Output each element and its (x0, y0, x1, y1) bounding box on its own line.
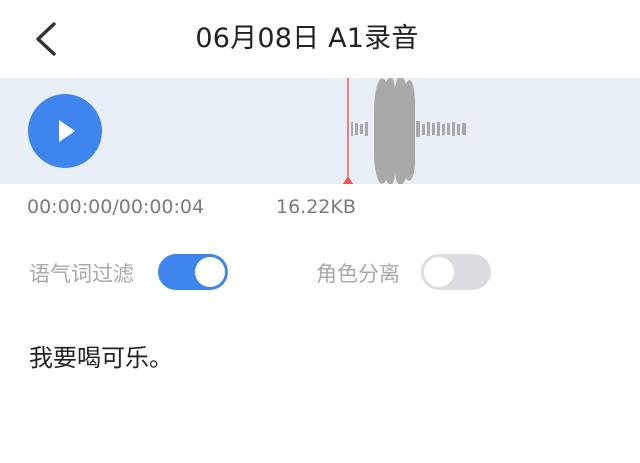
speaker-separation-label: 角色分离 (316, 262, 400, 286)
top-bar: 06月08日 A1录音 (0, 0, 640, 78)
filler-filter-label: 语气词过滤 (29, 262, 134, 286)
playhead-marker (343, 176, 353, 184)
play-button[interactable] (28, 94, 102, 168)
toggle-knob (195, 257, 225, 287)
speaker-separation-toggle[interactable] (421, 254, 491, 290)
waveform-panel[interactable] (0, 78, 640, 184)
file-size-text: 16.22KB (276, 196, 356, 218)
duration-text: 00:00:00/00:00:04 (27, 196, 205, 218)
transcript-text: 我要喝可乐。 (29, 344, 173, 372)
filler-filter-toggle[interactable] (158, 254, 228, 290)
play-icon (59, 120, 75, 142)
toggle-knob (424, 257, 454, 287)
page-title: 06月08日 A1录音 (195, 23, 419, 54)
